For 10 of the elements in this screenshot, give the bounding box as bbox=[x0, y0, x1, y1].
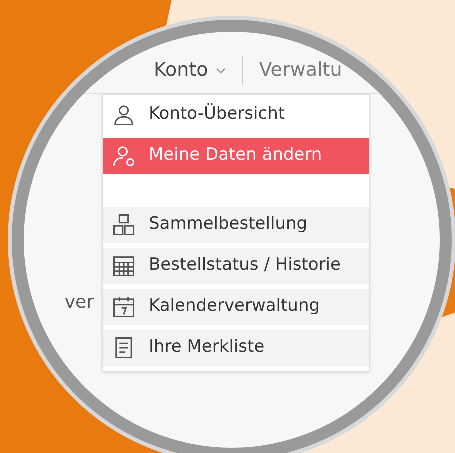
boxes-icon bbox=[111, 212, 137, 238]
menu-item[interactable]: Kalenderverwaltung bbox=[103, 289, 369, 325]
menu-item[interactable]: Ihre Merkliste bbox=[103, 330, 369, 366]
menu-item[interactable]: Sammelbestellung bbox=[103, 207, 369, 243]
menu-tab[interactable]: Verwaltu bbox=[259, 56, 342, 85]
menu-item[interactable]: Bestellstatus / Historie bbox=[103, 248, 369, 284]
menu-item[interactable]: Konto-Übersicht bbox=[103, 97, 369, 133]
side-label: ver bbox=[64, 291, 94, 315]
menu-tab[interactable]: Konto bbox=[154, 56, 208, 85]
caret-icon bbox=[216, 68, 226, 74]
